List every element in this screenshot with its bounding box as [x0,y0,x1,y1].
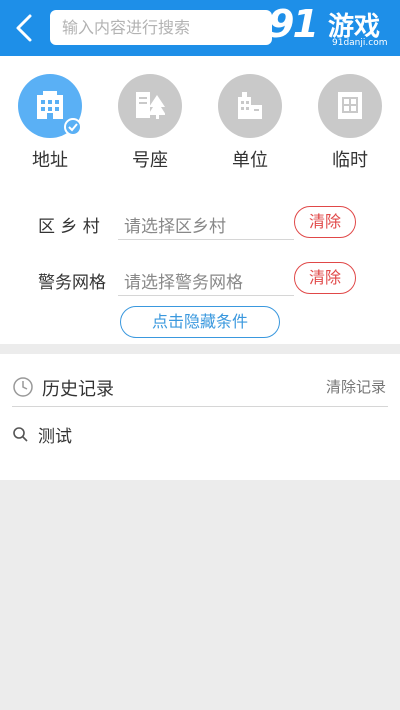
watermark-logo: 91 游戏 91danji.com [268,2,400,54]
house-tree-icon [136,92,165,119]
window-icon [338,92,362,119]
category-icon-circle [118,74,182,138]
category-label: 临时 [332,150,368,171]
district-label: 区 乡 村 [38,217,100,237]
watermark-site: 91danji.com [332,38,388,48]
check-icon [64,118,82,136]
search-input[interactable] [50,10,272,45]
clock-icon [13,377,33,397]
district-select[interactable]: 请选择区乡村 [118,206,294,240]
divider [12,406,388,407]
category-temporary[interactable]: 临时 [318,74,382,172]
search-icon [13,427,28,442]
back-button[interactable] [10,12,40,44]
category-icon-circle [18,74,82,138]
grid-placeholder: 请选择警务网格 [124,273,243,293]
office-building-icon [238,92,262,119]
district-placeholder: 请选择区乡村 [124,217,226,237]
building-icon [37,91,63,119]
hide-conditions-button[interactable]: 点击隐藏条件 [120,306,280,338]
filter-panel: 地址 号座 单位 临时 区 乡 村 请选择区乡村 清除 警务网格 请选择警务网格… [0,56,400,344]
top-bar: 91 游戏 91danji.com [0,0,400,56]
category-icon-circle [218,74,282,138]
chevron-left-icon [16,14,32,42]
history-item-text: 测试 [38,427,72,447]
category-label: 单位 [232,150,268,171]
clear-grid-button[interactable]: 清除 [294,262,356,294]
category-unit[interactable]: 单位 [218,74,282,172]
history-section: 历史记录 清除记录 测试 [0,354,400,480]
category-label: 号座 [132,150,168,171]
history-title: 历史记录 [42,379,114,400]
police-grid-select[interactable]: 请选择警务网格 [118,262,294,296]
category-label: 地址 [32,150,68,171]
clear-district-button[interactable]: 清除 [294,206,356,238]
grid-label: 警务网格 [38,273,106,293]
clear-history-button[interactable]: 清除记录 [326,376,386,397]
watermark-number: 91 [268,2,319,46]
search-box[interactable] [50,10,272,45]
category-seat[interactable]: 号座 [118,74,182,172]
category-icon-circle [318,74,382,138]
category-address[interactable]: 地址 [18,74,82,172]
